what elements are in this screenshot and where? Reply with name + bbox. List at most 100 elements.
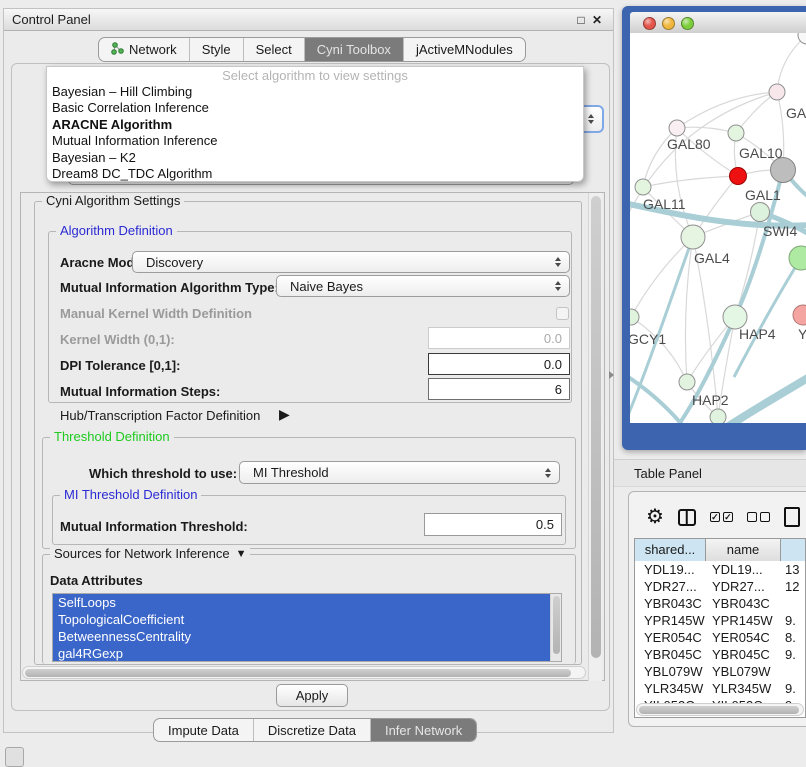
network-edge[interactable]	[631, 317, 687, 382]
checked-columns-icon[interactable]: ✓✓	[710, 512, 733, 522]
table-horizontal-scrollbar[interactable]	[636, 703, 804, 716]
tab-label: Cyni Toolbox	[317, 42, 391, 57]
network-node[interactable]	[710, 409, 726, 423]
apply-button[interactable]: Apply	[276, 684, 348, 707]
zoom-traffic-light-icon[interactable]	[681, 17, 694, 30]
table-row[interactable]: YER054CYER054C8.	[635, 629, 805, 646]
mi-type-combo[interactable]: Naive Bayes	[276, 275, 570, 297]
control-panel-titlebar[interactable]: Control Panel □ ✕	[4, 9, 613, 31]
network-edge[interactable]	[643, 176, 738, 187]
network-canvas[interactable]: GALGAL80GAL10GAL1GAL11SWI4GAL4GCY1HAP4YH…	[630, 33, 806, 423]
algorithm-option-dream8-dc-tdc-algorithm[interactable]: Dream8 DC_TDC Algorithm	[47, 166, 583, 182]
tab-jactivemnodules[interactable]: jActiveMNodules	[404, 38, 525, 61]
network-node-gal1[interactable]	[751, 203, 770, 222]
tab-style[interactable]: Style	[190, 38, 244, 61]
mi-threshold-field[interactable]: 0.5	[424, 513, 562, 536]
node-label-gal80: GAL80	[667, 136, 711, 152]
attributes-scrollbar-thumb[interactable]	[553, 596, 560, 654]
table-row[interactable]: YBR045CYBR045C9.	[635, 646, 805, 663]
minimize-traffic-light-icon[interactable]	[662, 17, 675, 30]
document-icon[interactable]	[784, 507, 800, 527]
manual-kernel-checkbox[interactable]	[556, 307, 569, 320]
tab-infer-network[interactable]: Infer Network	[371, 719, 476, 741]
minimized-panel-icon[interactable]	[5, 747, 24, 767]
expand-arrow-icon[interactable]: ▶	[279, 406, 290, 423]
network-edge[interactable]	[630, 237, 693, 423]
table-cell	[781, 663, 805, 680]
network-node-gal80[interactable]	[669, 120, 685, 136]
table-panel-titlebar[interactable]: Table Panel	[614, 459, 806, 487]
tab-cyni-toolbox[interactable]: Cyni Toolbox	[305, 38, 404, 61]
network-node[interactable]	[769, 84, 785, 100]
tab-impute-data[interactable]: Impute Data	[154, 719, 254, 741]
table-row[interactable]: YPR145WYPR145W9.	[635, 612, 805, 629]
table-cell: YDL19...	[635, 561, 706, 578]
mi-steps-field[interactable]: 6	[428, 378, 570, 400]
network-edge[interactable]	[777, 35, 806, 92]
settings-horizontal-scrollbar[interactable]	[22, 666, 586, 679]
dpi-tolerance-field[interactable]: 0.0	[428, 353, 570, 375]
attributes-scrollbar[interactable]	[550, 594, 561, 661]
tab-network[interactable]: Network	[99, 38, 190, 61]
network-node-gal11[interactable]	[635, 179, 651, 195]
column-header-shared[interactable]: shared...	[635, 539, 706, 561]
which-threshold-combo[interactable]: MI Threshold	[239, 461, 560, 484]
divider-arrow-icon[interactable]	[609, 371, 614, 379]
network-node[interactable]	[730, 168, 747, 185]
table-cell: YBL079W	[706, 663, 781, 680]
hub-definition-label[interactable]: Hub/Transcription Factor Definition	[60, 408, 260, 423]
settings-vertical-scrollbar-thumb[interactable]	[591, 196, 601, 658]
algorithm-option-bayesian-hill-climbing[interactable]: Bayesian – Hill Climbing	[47, 84, 583, 100]
network-view-window[interactable]: GALGAL80GAL10GAL1GAL11SWI4GAL4GCY1HAP4YH…	[622, 6, 806, 450]
kernel-width-field[interactable]: 0.0	[428, 327, 570, 349]
table-cell: YPR145W	[706, 612, 781, 629]
algorithm-option-aracne-algorithm[interactable]: ARACNE Algorithm	[47, 117, 583, 133]
table-row[interactable]: YDL19...YDL19...13	[635, 561, 805, 578]
network-node-swi4[interactable]	[789, 246, 806, 270]
table-row[interactable]: YLR345WYLR345W9.	[635, 680, 805, 697]
table-cell: YDL19...	[706, 561, 781, 578]
table-horizontal-scrollbar-thumb[interactable]	[639, 706, 799, 714]
table-row[interactable]: YDR27...YDR27...12	[635, 578, 805, 595]
mi-type-label: Mutual Information Algorithm Type:	[60, 280, 279, 295]
algorithm-option-bayesian-k2[interactable]: Bayesian – K2	[47, 150, 583, 166]
network-window-titlebar[interactable]	[630, 12, 806, 34]
column-header-a[interactable]: A	[781, 539, 806, 561]
dpi-tolerance-value: 0.0	[544, 357, 562, 372]
tab-select[interactable]: Select	[244, 38, 305, 61]
network-node-hap2[interactable]	[679, 374, 695, 390]
network-node-y[interactable]	[793, 305, 806, 325]
network-node[interactable]	[771, 158, 796, 183]
settings-horizontal-scrollbar-thumb[interactable]	[25, 669, 571, 677]
close-window-icon[interactable]: ✕	[589, 13, 605, 27]
column-header-name[interactable]: name	[706, 539, 781, 561]
algorithm-option-basic-correlation-inference[interactable]: Basic Correlation Inference	[47, 100, 583, 116]
apply-button-label: Apply	[296, 688, 329, 703]
gear-icon[interactable]: ⚙	[646, 507, 664, 527]
settings-vertical-scrollbar[interactable]	[588, 193, 602, 681]
mi-type-value: Naive Bayes	[290, 279, 363, 294]
aracne-mode-combo[interactable]: Discovery	[132, 251, 570, 273]
attribute-topologicalcoefficient[interactable]: TopologicalCoefficient	[53, 611, 561, 628]
attribute-betweennesscentrality[interactable]: BetweennessCentrality	[53, 628, 561, 645]
network-edge[interactable]	[677, 127, 736, 133]
node-label-hap4: HAP4	[739, 326, 776, 342]
algorithm-option-mutual-information-inference[interactable]: Mutual Information Inference	[47, 133, 583, 149]
network-node-gcy1[interactable]	[630, 309, 639, 325]
network-graph[interactable]: GALGAL80GAL10GAL1GAL11SWI4GAL4GCY1HAP4YH…	[630, 33, 806, 423]
columns-icon[interactable]	[678, 509, 696, 526]
network-edge[interactable]	[631, 237, 693, 317]
data-attributes-list[interactable]: SelfLoopsTopologicalCoefficientBetweenne…	[52, 593, 562, 662]
table-row[interactable]: YBL079WYBL079W	[635, 663, 805, 680]
attribute-selfloops[interactable]: SelfLoops	[53, 594, 561, 611]
attribute-gal4rgexp[interactable]: gal4RGexp	[53, 645, 561, 662]
table-cell: 12	[781, 578, 805, 595]
close-traffic-light-icon[interactable]	[643, 17, 656, 30]
collapse-arrow-icon[interactable]: ▼	[236, 548, 247, 560]
table-row[interactable]: YBR043CYBR043C	[635, 595, 805, 612]
network-node-gal10[interactable]	[728, 125, 744, 141]
network-node-gal4[interactable]	[681, 225, 705, 249]
tab-discretize-data[interactable]: Discretize Data	[254, 719, 371, 741]
unchecked-columns-icon[interactable]	[747, 512, 770, 522]
float-window-icon[interactable]: □	[573, 13, 589, 27]
